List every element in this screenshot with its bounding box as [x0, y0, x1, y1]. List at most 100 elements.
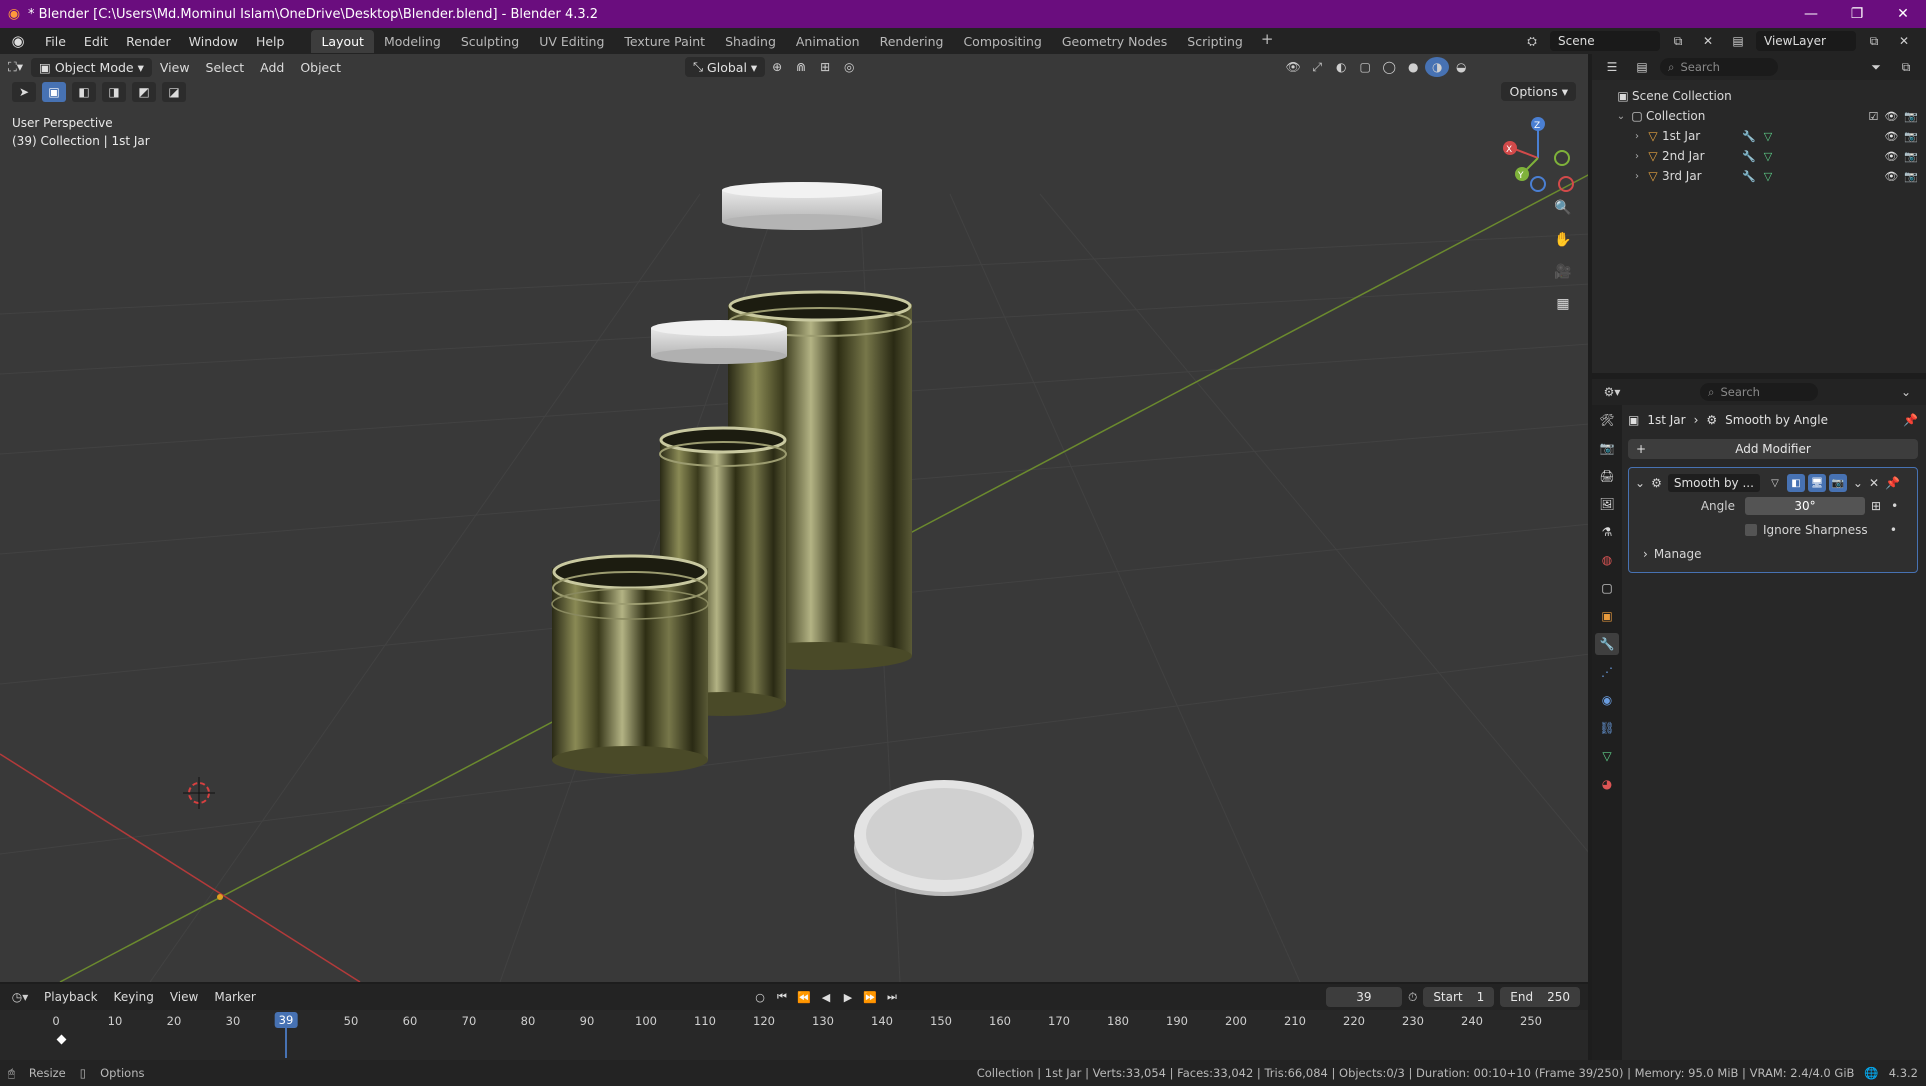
lid-middle[interactable] [651, 320, 787, 364]
view-layer-field[interactable]: ViewLayer [1756, 31, 1856, 51]
eye-icon[interactable]: 👁 [1884, 150, 1898, 163]
record-icon[interactable]: ○ [750, 987, 770, 1007]
particles-tab-icon[interactable]: ⋰ [1595, 661, 1619, 683]
menu-edit[interactable]: Edit [75, 34, 117, 49]
add-workspace-button[interactable]: + [1253, 30, 1282, 53]
new-scene-icon[interactable]: ⧉ [1666, 31, 1690, 51]
timeline-editor-icon[interactable]: ◷▾ [8, 987, 32, 1007]
select-box-intersect-icon[interactable]: ◪ [162, 82, 186, 102]
menu-add[interactable]: Add [252, 60, 292, 75]
render-tab-icon[interactable]: 📷 [1595, 437, 1619, 459]
tab-geometry-nodes[interactable]: Geometry Nodes [1052, 30, 1177, 53]
timeline-ruler[interactable]: 0 10 20 30 50 60 70 80 90 100 110 120 13… [0, 1010, 1588, 1060]
on-cage-icon[interactable]: ▽ [1766, 474, 1784, 492]
outliner-search-input[interactable]: ⌕ Search [1660, 58, 1778, 76]
end-frame-field[interactable]: End 250 [1500, 987, 1580, 1007]
tab-layout[interactable]: Layout [311, 29, 374, 53]
checkbox-icon[interactable]: ☑ [1868, 110, 1878, 123]
floor-lid[interactable] [854, 780, 1034, 896]
eye-icon[interactable]: 👁 [1884, 130, 1898, 143]
attribute-toggle-icon[interactable]: ⊞ [1871, 499, 1881, 513]
tab-sculpting[interactable]: Sculpting [451, 30, 529, 53]
menu-view[interactable]: View [152, 60, 198, 75]
floating-lid[interactable] [722, 182, 882, 230]
collection-tab-icon[interactable]: ▢ [1595, 577, 1619, 599]
eye-icon[interactable]: 👁 [1884, 170, 1898, 183]
world-tab-icon[interactable]: ◍ [1595, 549, 1619, 571]
close-icon[interactable]: ✕ [1869, 476, 1879, 490]
tab-shading[interactable]: Shading [715, 30, 786, 53]
select-box-extend-icon[interactable]: ◧ [72, 82, 96, 102]
keyframe-dot-icon[interactable]: • [1891, 499, 1898, 513]
jar-1st[interactable] [551, 554, 709, 774]
scene-icon[interactable]: ⛭ [1520, 31, 1544, 51]
properties-editor-icon[interactable]: ⚙▾ [1600, 382, 1624, 402]
pivot-icon[interactable]: ⊕ [765, 57, 789, 77]
chevron-down-icon[interactable]: ⌄ [1894, 382, 1918, 402]
menu-help[interactable]: Help [247, 34, 294, 49]
camera-icon[interactable]: 📷 [1904, 170, 1918, 183]
zoom-icon[interactable]: 🔍 [1550, 196, 1576, 220]
visibility-icon[interactable]: 👁 [1281, 57, 1305, 77]
gizmo-toggle-icon[interactable]: ⤢ [1305, 57, 1329, 77]
play-reverse-icon[interactable]: ◀ [816, 987, 836, 1007]
modifier-name-field[interactable]: Smooth by ... [1667, 474, 1760, 492]
minimize-button[interactable]: — [1788, 0, 1834, 28]
pan-hand-icon[interactable]: ✋ [1550, 228, 1576, 252]
select-box-invert-icon[interactable]: ◩ [132, 82, 156, 102]
menu-render[interactable]: Render [117, 34, 180, 49]
maximize-button[interactable]: ❐ [1834, 0, 1880, 28]
prev-keyframe-icon[interactable]: ⏪ [794, 987, 814, 1007]
mode-dropdown[interactable]: ▣ Object Mode ▾ [31, 57, 152, 77]
transform-orientation-dropdown[interactable]: ⤡ Global ▾ [685, 57, 766, 77]
modifier-wrench-icon[interactable]: 🔧 [1742, 130, 1756, 143]
xray-icon[interactable]: ▢ [1353, 57, 1377, 77]
camera-icon[interactable]: 📷 [1904, 150, 1918, 163]
outliner-item-1st-jar[interactable]: › ▽ 1st Jar 🔧 ▽ 👁 📷 [1592, 126, 1926, 146]
outliner-item-2nd-jar[interactable]: › ▽ 2nd Jar 🔧 ▽ 👁 📷 [1592, 146, 1926, 166]
select-box-subtract-icon[interactable]: ◨ [102, 82, 126, 102]
next-keyframe-icon[interactable]: ⏩ [860, 987, 880, 1007]
wireframe-shading-icon[interactable]: ◯ [1377, 57, 1401, 77]
select-tool-icon[interactable]: ➤ [12, 82, 36, 102]
camera-view-icon[interactable]: 🎥 [1550, 260, 1576, 284]
object-tab-icon[interactable]: ▣ [1595, 605, 1619, 627]
chevron-right-icon[interactable]: › [1630, 171, 1644, 182]
menu-view[interactable]: View [166, 990, 202, 1004]
view-layer-icon[interactable]: ▤ [1726, 31, 1750, 51]
mesh-data-icon[interactable]: ▽ [1764, 130, 1772, 143]
select-box-new-icon[interactable]: ▣ [42, 82, 66, 102]
modifier-wrench-icon[interactable]: 🔧 [1742, 170, 1756, 183]
mesh-data-icon[interactable]: ▽ [1764, 150, 1772, 163]
display-mode-icon[interactable]: ▤ [1630, 57, 1654, 77]
render-icon[interactable]: 📷 [1828, 474, 1847, 492]
keyframe-marker[interactable] [56, 1034, 67, 1045]
chevron-down-icon[interactable]: ⌄ [1635, 476, 1645, 490]
navigation-gizmo[interactable]: Z X Y [1503, 117, 1574, 192]
manage-subpanel[interactable]: › Manage [1635, 542, 1911, 566]
mesh-data-icon[interactable]: ▽ [1764, 170, 1772, 183]
perspective-toggle-icon[interactable]: ▦ [1550, 292, 1576, 316]
options-dropdown[interactable]: Options ▾ [1501, 82, 1576, 101]
chevron-down-icon[interactable]: ⌄ [1853, 476, 1863, 490]
keyframe-dot-icon[interactable]: • [1890, 523, 1911, 537]
menu-select[interactable]: Select [198, 60, 253, 75]
chevron-right-icon[interactable]: › [1630, 151, 1644, 162]
eye-icon[interactable]: 👁 [1884, 110, 1898, 123]
snap-target-icon[interactable]: ⊞ [813, 57, 837, 77]
modifier-wrench-icon[interactable]: 🔧 [1742, 150, 1756, 163]
tab-compositing[interactable]: Compositing [953, 30, 1051, 53]
scene-tab-icon[interactable]: ⚗ [1595, 521, 1619, 543]
blender-menu-icon[interactable]: ◉ [0, 32, 36, 50]
material-tab-icon[interactable]: ◕ [1595, 773, 1619, 795]
jump-end-icon[interactable]: ⏭ [882, 987, 902, 1007]
outliner-item-3rd-jar[interactable]: › ▽ 3rd Jar 🔧 ▽ 👁 📷 [1592, 166, 1926, 186]
rendered-shading-icon[interactable]: ◒ [1449, 57, 1473, 77]
menu-playback[interactable]: Playback [40, 990, 102, 1004]
current-frame-field[interactable]: 39 [1325, 987, 1402, 1007]
menu-window[interactable]: Window [180, 34, 247, 49]
new-view-layer-icon[interactable]: ⧉ [1862, 31, 1886, 51]
material-shading-icon[interactable]: ◑ [1425, 57, 1450, 77]
add-modifier-button[interactable]: + Add Modifier [1628, 439, 1918, 459]
playhead-frame-label[interactable]: 39 [274, 1012, 298, 1028]
